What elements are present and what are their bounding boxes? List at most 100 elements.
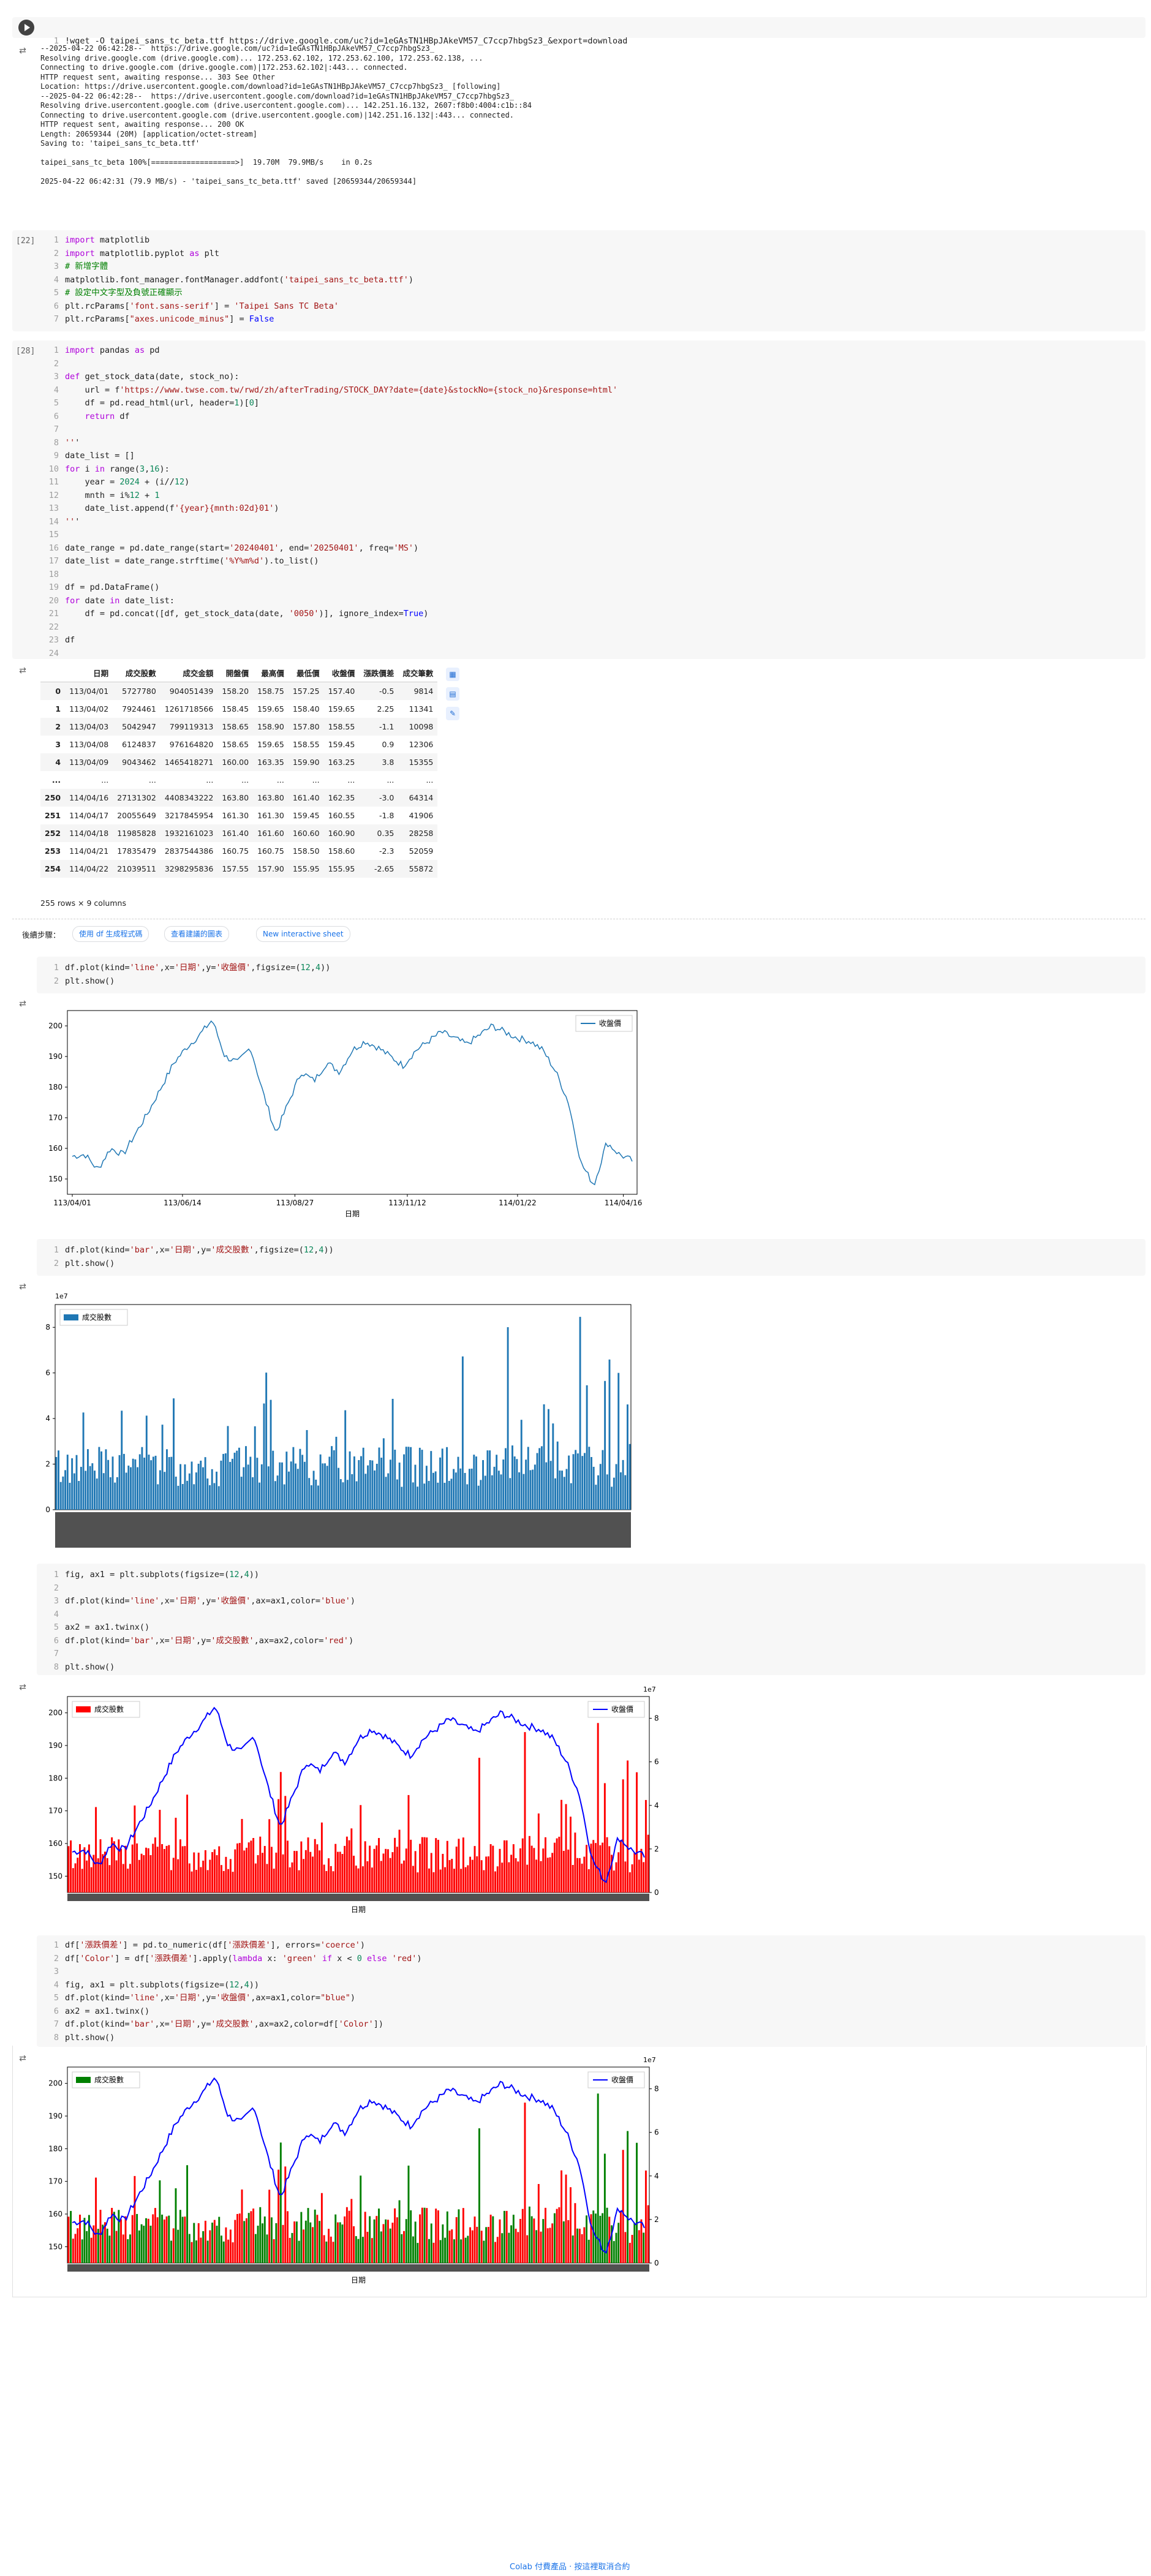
code-editor[interactable]: 1 df.plot(kind='line',x='日期',y='收盤價',figs… (43, 962, 331, 988)
volume-bar (213, 1849, 216, 1892)
volume-bar (89, 1466, 91, 1510)
volume-bar (202, 1860, 205, 1892)
volume-bar (78, 1481, 80, 1510)
output-toggle-icon[interactable]: ⇄ (16, 664, 29, 677)
legend-label: 成交股數 (94, 1704, 124, 1714)
volume-bar (175, 1477, 177, 1510)
output-toggle-icon[interactable]: ⇄ (16, 1280, 29, 1294)
footer-link[interactable]: Colab 付費產品 · 按這裡取消合約 (510, 2560, 630, 2572)
magic-wand-icon[interactable]: ✎ (446, 707, 459, 720)
table-cell: 114/04/21 (69, 846, 109, 856)
volume-bar (421, 1837, 423, 1892)
table-cell: ... (347, 775, 355, 785)
volume-bar (507, 1327, 509, 1510)
code-editor[interactable]: 1 import pandas as pd 2 3 def get_stock_data… (43, 344, 617, 660)
table-view-icon[interactable]: ▦ (446, 668, 459, 681)
volume-bar (161, 1843, 164, 1892)
table-cell: 161.60 (257, 829, 284, 838)
x-tick-label: 114/01/22 (499, 1199, 537, 1207)
output-line: 2025-04-22 06:42:31 (79.9 MB/s) - 'taipe… (40, 177, 417, 186)
x-axis-label: 日期 (351, 1905, 366, 1914)
volume-bar (558, 1836, 560, 1892)
table-cell: ... (276, 775, 284, 785)
right-y-tick-label: 8 (654, 1714, 659, 1723)
table-cell: 3298295836 (164, 864, 214, 873)
volume-bar (467, 1865, 469, 1892)
volume-bar (516, 1459, 518, 1510)
code-editor[interactable]: 1 import matplotlib 2 import matplotlib.pyp… (43, 234, 413, 326)
volume-bar (236, 1843, 239, 1892)
volume-bar (127, 1869, 129, 1892)
table-cell: 799119313 (169, 722, 214, 731)
volume-bar (471, 1859, 474, 1892)
volume-bar (164, 1472, 166, 1510)
table-cell: 113/04/01 (69, 687, 109, 696)
volume-bar (238, 1447, 240, 1510)
volume-bar (55, 1456, 58, 1510)
volume-bar (496, 1866, 499, 1892)
volume-bar (82, 1412, 85, 1510)
suggest-chart-icon[interactable]: ▤ (446, 687, 459, 701)
code-line: 19 df = pd.DataFrame() (48, 582, 160, 592)
output-border (12, 2046, 1147, 2297)
y-tick-label: 170 (48, 1113, 62, 1122)
volume-bar (480, 1480, 482, 1510)
code-editor[interactable]: 1 df.plot(kind='bar',x='日期',y='成交股數',figs… (43, 1244, 334, 1270)
output-toggle-icon[interactable]: ⇄ (16, 997, 29, 1011)
volume-bar (574, 1832, 576, 1892)
run-cell-button[interactable] (18, 20, 34, 36)
output-line: Resolving drive.google.com (drive.google… (40, 53, 483, 62)
suggested-charts-chip[interactable]: 查看建議的圖表 (164, 926, 230, 942)
volume-bar (644, 1799, 647, 1892)
table-cell: 159.45 (292, 811, 320, 820)
volume-bar (606, 1474, 608, 1510)
volume-bar (145, 1415, 148, 1510)
volume-bar (455, 1472, 457, 1510)
table-cell: 159.65 (328, 704, 355, 714)
table-cell: 158.60 (328, 846, 355, 856)
volume-bar (451, 1859, 453, 1892)
volume-bar (81, 1869, 83, 1892)
code-editor[interactable]: 1 fig, ax1 = plt.subplots(figsize=(12,4))… (43, 1569, 355, 1674)
volume-bar (339, 1479, 342, 1510)
volume-bar (290, 1461, 292, 1510)
volume-bar (195, 1870, 197, 1892)
volume-bar (434, 1471, 437, 1510)
y-tick-label: 0 (45, 1505, 50, 1514)
volume-bar (518, 1472, 520, 1510)
volume-bar (345, 1836, 348, 1892)
table-cell: 55872 (409, 864, 434, 873)
table-cell: 113/04/02 (69, 704, 109, 714)
plot-area (67, 1010, 638, 1195)
volume-bar (188, 1863, 191, 1892)
volume-bar (412, 1866, 414, 1892)
new-sheet-chip[interactable]: New interactive sheet (256, 926, 350, 942)
dataframe-table: 日期 成交股數 成交金額 開盤價 最高價 最低價 收盤價 漲跌價差 成交筆數 0 113/04/01… (40, 664, 438, 878)
output-line: --2025-04-22 06:42:28-- https://drive.us… (40, 91, 515, 100)
volume-bar (565, 1469, 568, 1510)
generate-code-chip[interactable]: 使用 df 生成程式碼 (72, 926, 149, 942)
table-cell: 159.45 (328, 740, 355, 749)
volume-bar (382, 1853, 385, 1892)
column-header: 日期 (65, 664, 113, 682)
volume-bar (476, 1856, 478, 1892)
volume-bar (512, 1844, 515, 1892)
output-toggle-icon[interactable]: ⇄ (16, 1681, 29, 1694)
x-axis-label: 日期 (345, 1210, 360, 1218)
output-toggle-icon[interactable]: ⇄ (16, 44, 29, 58)
table-cell: 158.50 (292, 846, 320, 856)
volume-bar (67, 1846, 70, 1892)
volume-bar (487, 1856, 489, 1892)
table-cell: ... (241, 775, 249, 785)
volume-bar (511, 1445, 513, 1510)
volume-bar (371, 1460, 374, 1510)
code-line: 1 fig, ax1 = plt.subplots(figsize=(12,4)) (53, 1570, 260, 1580)
code-editor[interactable]: 1 df['漲跌價差'] = pd.to_numeric(df['漲跌價差'], … (43, 1939, 422, 2044)
volume-bar (437, 1482, 439, 1510)
y-tick-label: 150 (48, 1872, 62, 1880)
volume-bar (186, 1480, 189, 1510)
volume-bar (556, 1441, 559, 1510)
volume-bar (482, 1459, 484, 1510)
volume-bar (357, 1868, 360, 1892)
table-cell: ... (101, 775, 109, 785)
